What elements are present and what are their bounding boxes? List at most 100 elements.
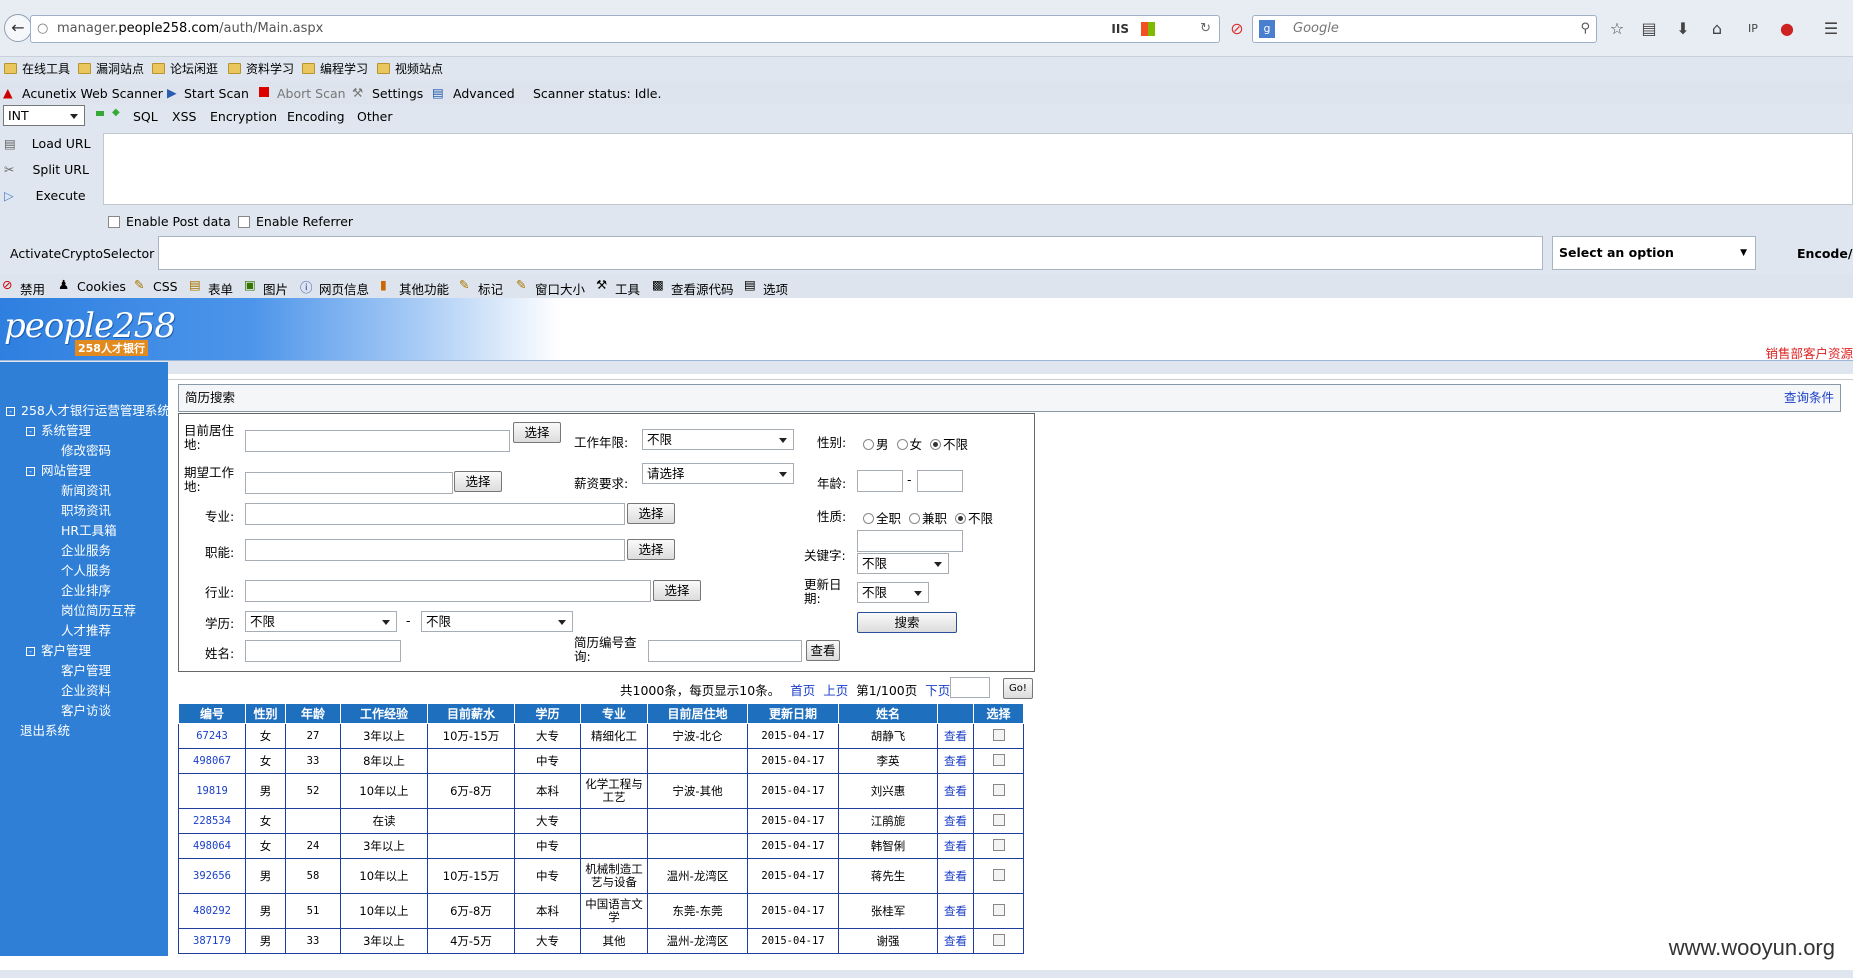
radio-male[interactable] (863, 439, 874, 450)
sidebar-item-enterprise-data[interactable]: 企业资料 (61, 680, 111, 699)
sql-menu[interactable]: SQL (133, 109, 158, 124)
salary-select[interactable]: 请选择 (642, 463, 794, 484)
webdev-source[interactable]: 查看源代码 (671, 279, 734, 298)
advanced-button[interactable]: Advanced (453, 86, 515, 101)
load-url-button[interactable]: ▤ Load URL (4, 136, 91, 151)
pager-prev[interactable]: 上页 (823, 683, 848, 698)
webdev-misc[interactable]: 其他功能 (399, 279, 449, 298)
view-link[interactable]: 查看 (937, 928, 974, 954)
keyword-input[interactable] (857, 530, 963, 552)
row-checkbox[interactable] (992, 838, 1005, 851)
keyword-select[interactable]: 不限 (857, 553, 949, 574)
pager-page-input[interactable] (950, 677, 990, 698)
view-link[interactable]: 查看 (937, 893, 974, 929)
download-icon[interactable]: ⬇ (1672, 18, 1694, 40)
crypto-input[interactable] (158, 236, 1543, 270)
row-checkbox[interactable] (992, 783, 1005, 796)
execute-button[interactable]: ▷ Execute (4, 188, 86, 203)
bookmark-item[interactable]: 视频站点 (377, 61, 443, 77)
sidebar-item-customer-manage[interactable]: 客户管理 (61, 660, 111, 679)
view-link[interactable]: 查看 (937, 833, 974, 859)
view-link[interactable]: 查看 (937, 723, 974, 749)
sidebar-item-career[interactable]: 职场资讯 (61, 500, 111, 519)
function-input[interactable] (245, 539, 625, 561)
search-button[interactable]: 搜索 (857, 612, 957, 633)
function-select-button[interactable]: 选择 (627, 539, 675, 560)
radio-fulltime[interactable] (863, 513, 874, 524)
bookmark-item[interactable]: 论坛闲逛 (152, 61, 218, 77)
row-checkbox[interactable] (992, 753, 1005, 766)
sidebar-item-personal-service[interactable]: 个人服务 (61, 560, 111, 579)
search-icon[interactable]: ⚲ (1580, 16, 1590, 42)
webdev-tools[interactable]: 工具 (615, 279, 640, 298)
row-checkbox[interactable] (992, 903, 1005, 916)
reload-icon[interactable]: ↻ (1200, 16, 1211, 42)
webdev-cookies[interactable]: Cookies (77, 279, 126, 294)
row-checkbox[interactable] (992, 813, 1005, 826)
webdev-options[interactable]: 选项 (763, 279, 788, 298)
industry-input[interactable] (245, 580, 651, 602)
encode-button[interactable]: Encode/D (1797, 246, 1853, 261)
sidebar-item-enterprise-rank[interactable]: 企业排序 (61, 580, 111, 599)
age-from-input[interactable] (857, 470, 903, 492)
bookmark-item[interactable]: 漏洞站点 (78, 61, 144, 77)
webdev-resize[interactable]: 窗口大小 (535, 279, 585, 298)
row-checkbox[interactable] (992, 868, 1005, 881)
gender-radio-group[interactable]: 男 女 不限 (863, 434, 968, 453)
webdev-outline[interactable]: 标记 (478, 279, 503, 298)
menu-icon[interactable]: ☰ (1820, 18, 1842, 40)
bookmark-item[interactable]: 在线工具 (4, 61, 70, 77)
adblock-icon[interactable]: ● (1776, 18, 1798, 40)
bookmark-item[interactable]: 编程学习 (302, 61, 368, 77)
start-scan-button[interactable]: Start Scan (184, 86, 249, 101)
pager-first[interactable]: 首页 (790, 683, 815, 698)
search-input[interactable]: g Google ⚲ (1252, 15, 1597, 43)
hackbar-url-textarea[interactable] (103, 133, 1853, 205)
type-select[interactable]: INT (3, 105, 85, 126)
sidebar-item-customer-interview[interactable]: 客户访谈 (61, 700, 111, 719)
encoding-menu[interactable]: Encoding (287, 109, 345, 124)
expected-location-select-button[interactable]: 选择 (454, 471, 502, 492)
major-input[interactable] (245, 503, 625, 525)
pager-go-button[interactable]: Go! (1003, 678, 1033, 699)
radio-parttime[interactable] (909, 513, 920, 524)
radio-female[interactable] (896, 439, 908, 450)
bookmark-star-icon[interactable]: ☆ (1606, 18, 1628, 40)
industry-select-button[interactable]: 选择 (653, 580, 701, 601)
query-condition-link[interactable]: 查询条件 (1784, 385, 1834, 411)
sidebar-item-logout[interactable]: 退出系统 (20, 720, 70, 739)
resume-no-input[interactable] (648, 640, 802, 662)
radio-nature-any[interactable] (955, 513, 966, 524)
row-checkbox[interactable] (992, 728, 1005, 741)
enable-referrer-checkbox[interactable]: Enable Referrer (238, 214, 353, 229)
sidebar-item-news[interactable]: 新闻资讯 (61, 480, 111, 499)
sidebar-group-website[interactable]: - 网站管理 (26, 460, 91, 479)
back-button[interactable]: ← (4, 14, 32, 42)
resume-no-view-button[interactable]: 查看 (806, 640, 840, 661)
sidebar-item-resume-exchange[interactable]: 岗位简历互荐 (61, 600, 136, 619)
nature-radio-group[interactable]: 全职 兼职 不限 (863, 508, 993, 527)
education-to-select[interactable]: 不限 (421, 611, 573, 632)
crypto-select[interactable]: Select an option ▼ (1552, 236, 1756, 270)
age-to-input[interactable] (917, 470, 963, 492)
abort-scan-button[interactable]: Abort Scan (277, 86, 346, 101)
expected-location-input[interactable] (245, 472, 453, 494)
major-select-button[interactable]: 选择 (627, 503, 675, 524)
view-link[interactable]: 查看 (937, 773, 974, 809)
webdev-images[interactable]: 图片 (263, 279, 288, 298)
radio-gender-any[interactable] (930, 439, 941, 450)
encryption-menu[interactable]: Encryption (210, 109, 277, 124)
view-link[interactable]: 查看 (937, 748, 974, 774)
split-url-button[interactable]: ✂ Split URL (4, 162, 89, 177)
address-bar[interactable]: ○ manager.people258.com/auth/Main.aspx I… (30, 15, 1220, 43)
enable-post-checkbox[interactable]: Enable Post data (108, 214, 231, 229)
sidebar-item-hr-tools[interactable]: HR工具箱 (61, 520, 117, 539)
settings-button[interactable]: Settings (372, 86, 423, 101)
sidebar-item-talent-recommend[interactable]: 人才推荐 (61, 620, 111, 639)
sidebar-item-change-password[interactable]: 修改密码 (61, 440, 111, 459)
home-icon[interactable]: ⌂ (1706, 18, 1728, 40)
current-location-select-button[interactable]: 选择 (513, 422, 561, 443)
block-icon[interactable]: ⊘ (1226, 18, 1248, 40)
ip-icon[interactable]: IP (1742, 18, 1764, 40)
view-link[interactable]: 查看 (937, 858, 974, 894)
